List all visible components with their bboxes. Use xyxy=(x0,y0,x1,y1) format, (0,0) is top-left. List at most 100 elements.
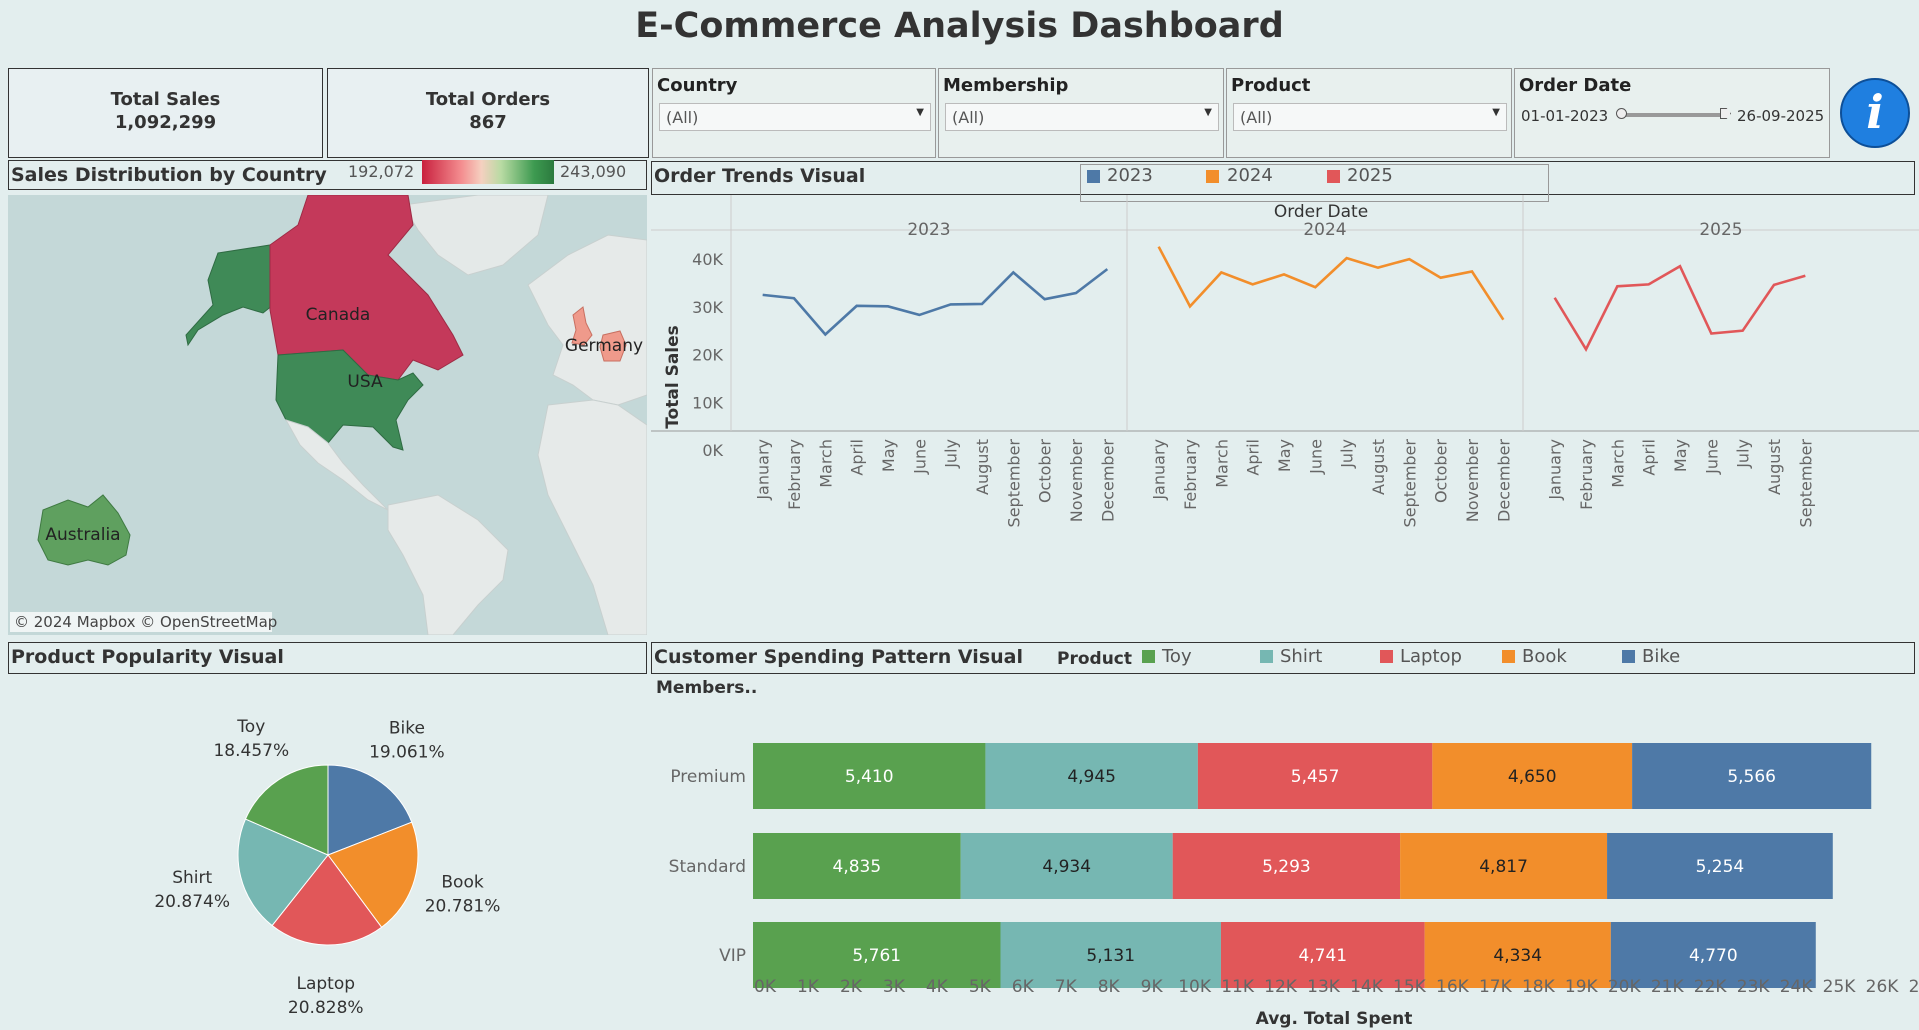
trend-xtick-label: September xyxy=(1004,439,1023,528)
info-icon[interactable]: i xyxy=(1840,78,1910,148)
map-label-usa: USA xyxy=(347,372,383,392)
spending-xtick-label: 24K xyxy=(1780,977,1814,997)
kpi-total-sales: Total Sales 1,092,299 xyxy=(8,68,323,158)
trend-panel-header: 2024 xyxy=(1303,220,1346,240)
spending-row-label: Premium xyxy=(670,767,746,787)
trend-ytick-label: 20K xyxy=(692,346,723,365)
spending-legend-swatch-toy xyxy=(1142,650,1155,663)
legend-label-2024: 2024 xyxy=(1227,165,1273,186)
order-trends-chart: Order Date Total Sales 0K 10K 20K 30K 40K 202… xyxy=(651,195,1919,528)
spending-bar-value: 5,254 xyxy=(1696,857,1745,877)
trend-ytick-label: 30K xyxy=(692,298,723,317)
spending-legend-swatch-shirt xyxy=(1260,650,1273,663)
trend-header: Order Date xyxy=(1274,202,1368,222)
trend-xtick-label: March xyxy=(1212,439,1231,488)
trend-ytick-label: 0K xyxy=(702,441,723,460)
order-date-end-handle[interactable] xyxy=(1720,108,1731,119)
spending-xtick-label: 1K xyxy=(797,977,820,997)
trend-xtick-label: December xyxy=(1494,439,1513,522)
kpi-total-orders-label: Total Orders xyxy=(425,89,551,110)
legend-swatch-2025 xyxy=(1327,170,1340,183)
order-date-start: 01-01-2023 xyxy=(1521,107,1609,125)
spending-title-bar: Customer Spending Pattern Visual Product… xyxy=(651,642,1915,674)
legend-swatch-2023 xyxy=(1087,170,1100,183)
membership-filter-label: Membership xyxy=(943,75,1069,96)
spending-xtick-label: 22K xyxy=(1694,977,1728,997)
chevron-down-icon: ▼ xyxy=(1492,107,1500,118)
legend-swatch-2024 xyxy=(1206,170,1219,183)
membership-dropdown[interactable]: (All) ▼ xyxy=(945,103,1219,131)
kpi-total-orders: Total Orders 867 xyxy=(327,68,649,158)
trend-xtick-label: October xyxy=(1036,439,1055,503)
spending-bar-value: 5,566 xyxy=(1727,767,1776,787)
trend-xtick-label: April xyxy=(848,439,867,476)
pie-label-name: Bike xyxy=(389,718,425,738)
spending-bar-value: 4,817 xyxy=(1479,857,1528,877)
spending-xtick-label: 15K xyxy=(1393,977,1427,997)
trend-ytick-label: 10K xyxy=(692,393,723,412)
map-label-australia: Australia xyxy=(45,525,120,545)
spending-xtick-label: 13K xyxy=(1307,977,1341,997)
spending-xtick-label: 18K xyxy=(1522,977,1556,997)
spending-xtick-label: 7K xyxy=(1055,977,1078,997)
spending-xtick-label: 17K xyxy=(1479,977,1513,997)
pie-title-bar: Product Popularity Visual xyxy=(8,642,647,674)
product-dropdown[interactable]: (All) ▼ xyxy=(1233,103,1507,131)
map-label-germany: Germany xyxy=(565,336,643,356)
pie-label-percent: 18.457% xyxy=(213,741,289,761)
trend-xtick-label: May xyxy=(879,439,898,472)
order-date-slider-track[interactable] xyxy=(1621,113,1727,117)
sales-map[interactable]: Canada USA Germany Australia © 2024 Mapb… xyxy=(8,195,647,635)
spending-xtick-label: 9K xyxy=(1141,977,1164,997)
map-scale-min: 192,072 xyxy=(348,162,415,181)
spending-xtick-label: 8K xyxy=(1098,977,1121,997)
trend-xtick-label: September xyxy=(1796,439,1815,528)
map-color-scale xyxy=(422,160,554,184)
map-title: Sales Distribution by Country xyxy=(11,164,327,186)
trend-xtick-label: June xyxy=(1702,439,1721,475)
kpi-total-orders-value: 867 xyxy=(469,112,507,133)
map-label-canada: Canada xyxy=(306,305,371,325)
spending-legend-swatch-book xyxy=(1502,650,1515,663)
pie-label-name: Shirt xyxy=(172,868,212,888)
spending-xtick-label: 16K xyxy=(1436,977,1470,997)
legend-label-2023: 2023 xyxy=(1107,165,1153,186)
spending-row-label: VIP xyxy=(719,946,746,966)
spending-xtick-label: 3K xyxy=(883,977,906,997)
spending-xtick-label: 14K xyxy=(1350,977,1384,997)
chevron-down-icon: ▼ xyxy=(916,107,924,118)
spending-xtick-label: 0K xyxy=(754,977,777,997)
spending-legend-label-toy: Toy xyxy=(1162,646,1192,667)
trend-xtick-label: May xyxy=(1671,439,1690,472)
trend-xtick-label: April xyxy=(1640,439,1659,476)
trend-panel-header: 2025 xyxy=(1699,220,1742,240)
product-filter: Product (All) ▼ xyxy=(1226,68,1512,158)
country-dropdown[interactable]: (All) ▼ xyxy=(659,103,931,131)
product-pie-chart: Bike 19.061% Book 20.781% Laptop 20.828% Shirt… xyxy=(154,717,500,1018)
spending-xtick-label: 4K xyxy=(926,977,949,997)
kpi-total-sales-value: 1,092,299 xyxy=(114,112,217,133)
trend-xtick-label: April xyxy=(1244,439,1263,476)
spending-bar-value: 4,741 xyxy=(1298,946,1347,966)
spending-xtick-label: 21K xyxy=(1651,977,1685,997)
trend-xtick-label: July xyxy=(942,439,961,469)
membership-filter: Membership (All) ▼ xyxy=(938,68,1224,158)
country-filter: Country (All) ▼ xyxy=(652,68,936,158)
trend-ytick-label: 40K xyxy=(692,250,723,269)
spending-xtick-label: 23K xyxy=(1737,977,1771,997)
spending-bar-value: 4,835 xyxy=(833,857,882,877)
trend-xtick-label: January xyxy=(1150,439,1169,501)
customer-spending-chart: Avg. Total Spent Premium 5,410 4,945 5,457 4… xyxy=(669,743,1919,1029)
spending-legend-label-bike: Bike xyxy=(1642,646,1681,667)
spending-bar-value: 5,410 xyxy=(845,767,894,787)
spending-bar-value: 5,457 xyxy=(1291,767,1340,787)
spending-xtick-label: 2K xyxy=(840,977,863,997)
trend-xtick-label: July xyxy=(1338,439,1357,469)
pie-label-percent: 20.828% xyxy=(288,998,364,1018)
order-date-start-handle[interactable] xyxy=(1616,108,1627,119)
trend-xtick-label: August xyxy=(1765,439,1784,495)
spending-legend-label-book: Book xyxy=(1522,646,1567,667)
spending-xtick-label: 20K xyxy=(1608,977,1642,997)
spending-xtick-label: 11K xyxy=(1221,977,1255,997)
map-attribution: © 2024 Mapbox © OpenStreetMap xyxy=(14,613,277,631)
